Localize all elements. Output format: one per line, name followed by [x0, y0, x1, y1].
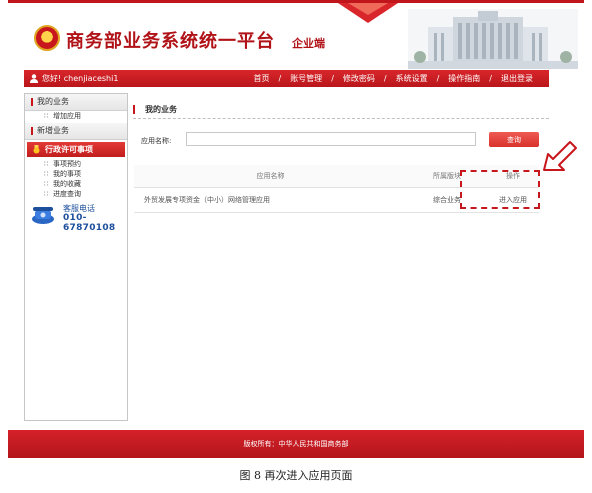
site-subtitle: 企业端	[292, 37, 325, 50]
user-icon	[30, 74, 38, 83]
column-header-app-name: 应用名称	[134, 165, 407, 188]
sidebar-item-progress[interactable]: 进度查询	[25, 189, 127, 199]
nav-separator: /	[331, 74, 334, 83]
title-divider	[133, 118, 549, 119]
ribbon-decoration	[338, 3, 398, 23]
nav-separator: /	[436, 74, 440, 83]
app-name-search-input[interactable]	[186, 132, 476, 146]
sidebar-item-appointment[interactable]: 事项预约	[25, 159, 127, 169]
highlight-box	[460, 170, 540, 209]
nav-settings[interactable]: 系统设置	[396, 70, 428, 87]
sidebar-item-admin-license[interactable]: 行政许可事项	[27, 142, 125, 157]
hotline-number: 010-67870108	[63, 213, 116, 233]
nav-guide[interactable]: 操作指南	[448, 70, 480, 87]
copyright-text: 版权所有：中华人民共和国商务部	[243, 440, 349, 448]
nav-separator: /	[489, 74, 492, 83]
nav-account[interactable]: 账号管理	[290, 70, 322, 87]
medal-icon	[33, 145, 40, 154]
site-title: 商务部业务系统统一平台	[66, 31, 275, 52]
search-label: 应用名称:	[141, 137, 172, 145]
nav-separator: /	[278, 74, 282, 83]
building-illustration	[408, 9, 578, 69]
search-button[interactable]: 查询	[489, 132, 539, 147]
sidebar-section-my-business[interactable]: 我的业务	[25, 94, 127, 111]
nav-logout[interactable]: 退出登录	[501, 70, 533, 87]
sidebar-item-my-matters[interactable]: 我的事项	[25, 169, 127, 179]
nav-change-password[interactable]: 修改密码	[343, 70, 375, 87]
greeting-text: 您好! chenjiaceshi1	[42, 74, 119, 83]
app-name-cell: 外贸发展专项资金（中小）网络管理应用	[134, 187, 407, 213]
nav-home[interactable]: 首页	[253, 70, 269, 87]
header-banner: 商务部业务系统统一平台 企业端	[8, 0, 584, 70]
sidebar-item-add-app[interactable]: 增加应用	[25, 111, 127, 121]
pointer-arrow-icon	[543, 141, 577, 171]
hotline-block: 客服电话 010-67870108	[25, 203, 127, 233]
top-nav: 首页 / 账号管理 / 修改密码 / 系统设置 / 操作指南 / 退出登录	[253, 70, 533, 87]
page-title: 我的业务	[133, 104, 177, 115]
page-footer: 版权所有：中华人民共和国商务部	[8, 430, 584, 458]
sidebar-active-label: 行政许可事项	[45, 145, 93, 154]
nav-separator: /	[383, 74, 387, 83]
top-nav-bar: 您好! chenjiaceshi1 首页 / 账号管理 / 修改密码 / 系统设…	[24, 70, 549, 87]
phone-icon	[32, 207, 54, 224]
national-emblem-icon	[34, 25, 60, 51]
sidebar-section-new-business[interactable]: 新增业务	[25, 123, 127, 140]
sidebar: 我的业务 增加应用 新增业务 行政许可事项 事项预约 我的事项 我的收藏 进度查…	[24, 93, 128, 421]
figure-caption: 图 8 再次进入应用页面	[239, 469, 353, 482]
sidebar-item-favorites[interactable]: 我的收藏	[25, 179, 127, 189]
